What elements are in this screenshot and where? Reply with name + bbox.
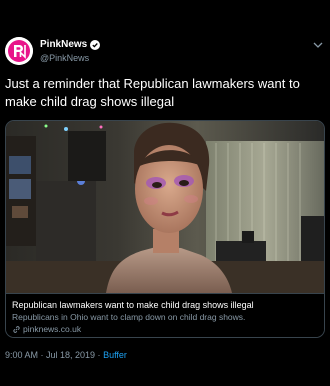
card-meta[interactable]: Republican lawmakers want to make child … <box>6 293 324 337</box>
avatar[interactable] <box>5 37 33 65</box>
card-description: Republicans in Ohio want to clamp down o… <box>12 312 246 322</box>
link-icon <box>13 326 20 333</box>
author-names: PinkNews @PinkNews <box>40 39 101 65</box>
verified-badge-icon <box>90 40 101 50</box>
author-display-name[interactable]: PinkNews <box>40 39 87 51</box>
tweet-source-link[interactable]: Buffer <box>103 350 127 360</box>
chevron-down-icon[interactable] <box>313 41 323 49</box>
pinknews-logo-icon <box>5 37 33 65</box>
card-domain-row: pinknews.co.uk <box>12 324 318 335</box>
tweet-header: PinkNews @PinkNews <box>5 37 325 69</box>
card-image[interactable] <box>6 121 324 293</box>
tweet-text: Just a reminder that Republican lawmaker… <box>5 76 300 109</box>
card-domain: pinknews.co.uk <box>23 324 82 334</box>
link-card[interactable]: Republican lawmakers want to make child … <box>5 120 325 338</box>
card-title[interactable]: Republican lawmakers want to make child … <box>12 299 318 311</box>
tweet[interactable]: PinkNews @PinkNews Just a reminder that … <box>0 0 330 386</box>
tweet-footer: 9:00 AM · Jul 18, 2019 · Buffer <box>5 350 127 360</box>
tweet-timestamp[interactable]: 9:00 AM · Jul 18, 2019 · <box>5 350 103 360</box>
author-handle[interactable]: @PinkNews <box>40 52 100 65</box>
